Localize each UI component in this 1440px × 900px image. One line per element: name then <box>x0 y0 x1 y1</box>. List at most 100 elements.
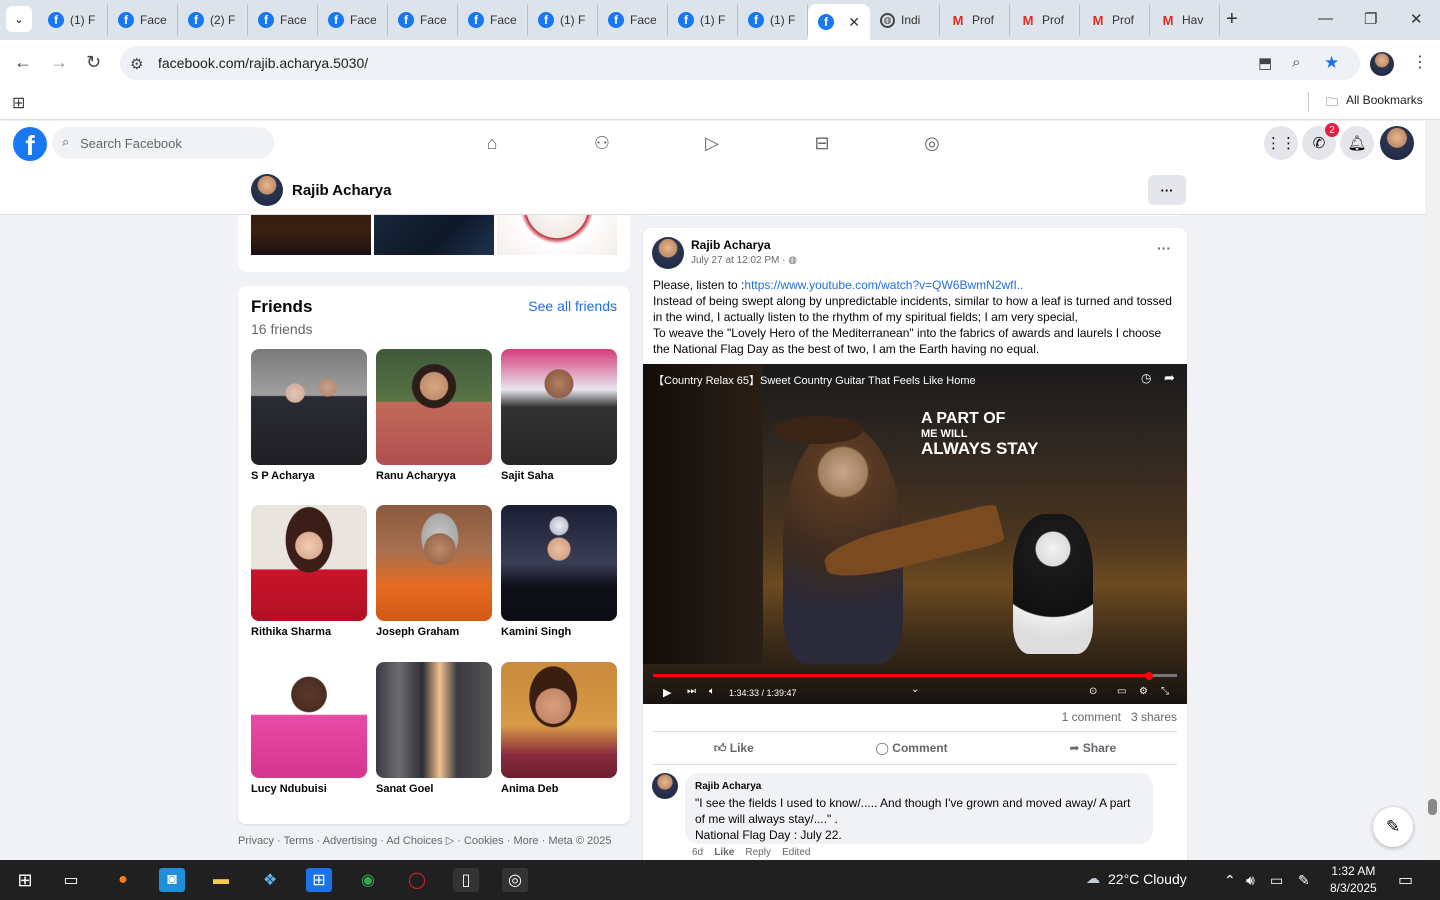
new-tab-button[interactable]: + <box>1226 8 1238 31</box>
messenger-button[interactable]: ✆ 2 <box>1302 123 1339 160</box>
volume-icon[interactable]: 🔈︎ <box>709 686 715 697</box>
browser-tab[interactable]: f (1) F <box>528 4 598 36</box>
fullscreen-exit-icon[interactable]: ⤡ <box>1161 686 1169 697</box>
opera-icon[interactable]: ◯ <box>404 868 430 892</box>
friend-tile[interactable]: Anima Deb <box>501 662 617 795</box>
friend-tile[interactable]: Rithika Sharma <box>251 505 367 638</box>
friend-tile[interactable]: S P Acharya <box>251 349 367 482</box>
groups-icon[interactable]: ◎ <box>920 131 944 155</box>
privacy-link[interactable]: Privacy <box>238 835 274 847</box>
store-icon[interactable]: ⊞ <box>306 868 332 892</box>
notifications-button[interactable]: 🔔︎ <box>1340 126 1374 160</box>
post-more-icon[interactable]: ··· <box>1157 240 1171 256</box>
scrollbar-thumb[interactable] <box>1428 799 1437 815</box>
tab-search-button[interactable]: ⌄ <box>6 6 32 32</box>
apps-grid-icon[interactable]: ⊞ <box>12 93 25 113</box>
browser-tab[interactable]: f Face <box>108 4 178 36</box>
video-title[interactable]: 【Country Relax 65】Sweet Country Guitar T… <box>653 372 976 388</box>
friend-tile[interactable]: Lucy Ndubuisi <box>251 662 367 795</box>
bookmark-star-icon[interactable]: ★ <box>1324 53 1339 73</box>
pen-icon[interactable]: ✎ <box>1298 872 1310 889</box>
friend-tile[interactable]: Sajit Saha <box>501 349 617 482</box>
network-icon[interactable]: ▭ <box>1270 872 1283 889</box>
video-player[interactable]: 【Country Relax 65】Sweet Country Guitar T… <box>643 364 1187 704</box>
search-input[interactable]: ⌕ Search Facebook <box>52 127 274 159</box>
browser-tab[interactable]: M Prof <box>1080 4 1150 36</box>
zoom-icon[interactable]: ⌕ <box>1292 54 1300 71</box>
watch-later-icon[interactable]: ◷ <box>1141 371 1151 385</box>
advertising-link[interactable]: Advertising <box>323 835 377 847</box>
install-app-icon[interactable]: ⬒ <box>1258 54 1272 72</box>
notepad-icon[interactable]: ▯ <box>453 868 479 892</box>
video-icon[interactable]: ▷ <box>700 131 724 155</box>
like-button[interactable]: 👍︎ Like <box>714 741 754 756</box>
profile-avatar[interactable] <box>251 174 283 206</box>
restore-button[interactable]: ❐ <box>1364 10 1377 28</box>
url-bar[interactable]: ⚙ facebook.com/rajib.acharya.5030/ <box>120 46 1360 80</box>
chevron-up-icon[interactable]: ⌃ <box>1224 872 1236 889</box>
commenter-name[interactable]: Rajib Acharya <box>695 779 1143 795</box>
friends-icon[interactable]: ⚇ <box>590 131 614 155</box>
chrome-icon[interactable]: ◉ <box>355 868 381 892</box>
chrome-menu-icon[interactable]: ⋮ <box>1412 52 1428 72</box>
post-author-avatar[interactable] <box>652 237 684 269</box>
commenter-avatar[interactable] <box>652 773 678 799</box>
friend-tile[interactable]: Kamini Singh <box>501 505 617 638</box>
more-link[interactable]: More <box>513 835 538 847</box>
chevron-down-icon[interactable]: ⌄ <box>911 684 919 695</box>
comment-like-button[interactable]: Like <box>714 847 734 858</box>
close-window-button[interactable]: ✕ <box>1410 10 1423 28</box>
task-view-icon[interactable]: ▭ <box>58 868 84 892</box>
minimize-button[interactable]: — <box>1318 10 1333 27</box>
browser-tab[interactable]: f (1) F <box>38 4 108 36</box>
browser-tab[interactable]: f (2) F <box>178 4 248 36</box>
friend-tile[interactable]: Joseph Graham <box>376 505 492 638</box>
account-avatar[interactable] <box>1380 126 1414 160</box>
photo-thumb[interactable] <box>497 215 617 255</box>
site-info-icon[interactable]: ⚙ <box>130 55 143 73</box>
comment-count[interactable]: 1 comment <box>1062 710 1121 724</box>
browser-tab[interactable]: M Prof <box>940 4 1010 36</box>
comment-edited-label[interactable]: Edited <box>782 847 810 858</box>
captions-icon[interactable]: ▭ <box>1117 686 1126 697</box>
copilot-icon[interactable]: ❖ <box>257 868 283 892</box>
weather-widget[interactable]: ☁ 22°C Cloudy <box>1086 870 1187 887</box>
browser-tab[interactable]: f (1) F <box>738 4 808 36</box>
facebook-logo-icon[interactable]: f <box>13 127 47 161</box>
share-count[interactable]: 3 shares <box>1131 710 1177 724</box>
comment-reply-button[interactable]: Reply <box>745 847 771 858</box>
clock[interactable]: 1:32 AM 8/3/2025 <box>1330 863 1377 897</box>
browser-tab[interactable]: f (1) F <box>668 4 738 36</box>
notification-center-icon[interactable]: ▭ <box>1398 870 1413 890</box>
page-scrollbar[interactable] <box>1425 121 1440 860</box>
menu-grid-button[interactable]: ⋮⋮ <box>1264 126 1298 160</box>
share-arrow-icon[interactable]: ➦ <box>1164 370 1175 386</box>
browser-tab[interactable]: f ✕ <box>808 4 870 40</box>
video-progress-bar[interactable] <box>653 674 1177 677</box>
new-message-button[interactable]: ✎ <box>1373 807 1413 847</box>
windows-start-icon[interactable]: ⊞ <box>12 868 38 892</box>
comment-button[interactable]: ◯ Comment <box>876 741 948 755</box>
browser-tab[interactable]: f Face <box>248 4 318 36</box>
autoplay-toggle-icon[interactable]: ⊙ <box>1089 686 1097 697</box>
browser-tab[interactable]: f Face <box>598 4 668 36</box>
photo-thumb[interactable] <box>374 215 494 255</box>
reload-icon[interactable]: ↻ <box>86 52 101 73</box>
chrome-profile-avatar[interactable] <box>1370 52 1394 76</box>
close-tab-icon[interactable]: ✕ <box>848 14 860 31</box>
see-all-friends-link[interactable]: See all friends <box>528 298 617 314</box>
friends-title[interactable]: Friends <box>251 297 312 317</box>
firefox-icon[interactable]: ● <box>110 868 136 892</box>
share-button[interactable]: ➦ Share <box>1069 741 1116 755</box>
all-bookmarks-button[interactable]: 🗀 All Bookmarks <box>1326 93 1423 114</box>
video-scrub-handle[interactable] <box>1145 672 1154 680</box>
forward-icon[interactable]: → <box>50 52 68 73</box>
browser-tab[interactable]: ◍ Indi <box>870 4 940 36</box>
friend-tile[interactable]: Sanat Goel <box>376 662 492 795</box>
file-explorer-icon[interactable]: ▬ <box>208 868 234 892</box>
post-timestamp[interactable]: July 27 at 12:02 PM · ◍ <box>691 255 797 266</box>
ad-choices-link[interactable]: Ad Choices <box>386 835 442 847</box>
photo-thumb[interactable] <box>251 215 371 255</box>
post-author-name[interactable]: Rajib Acharya <box>691 238 771 252</box>
back-icon[interactable]: ← <box>14 52 32 73</box>
